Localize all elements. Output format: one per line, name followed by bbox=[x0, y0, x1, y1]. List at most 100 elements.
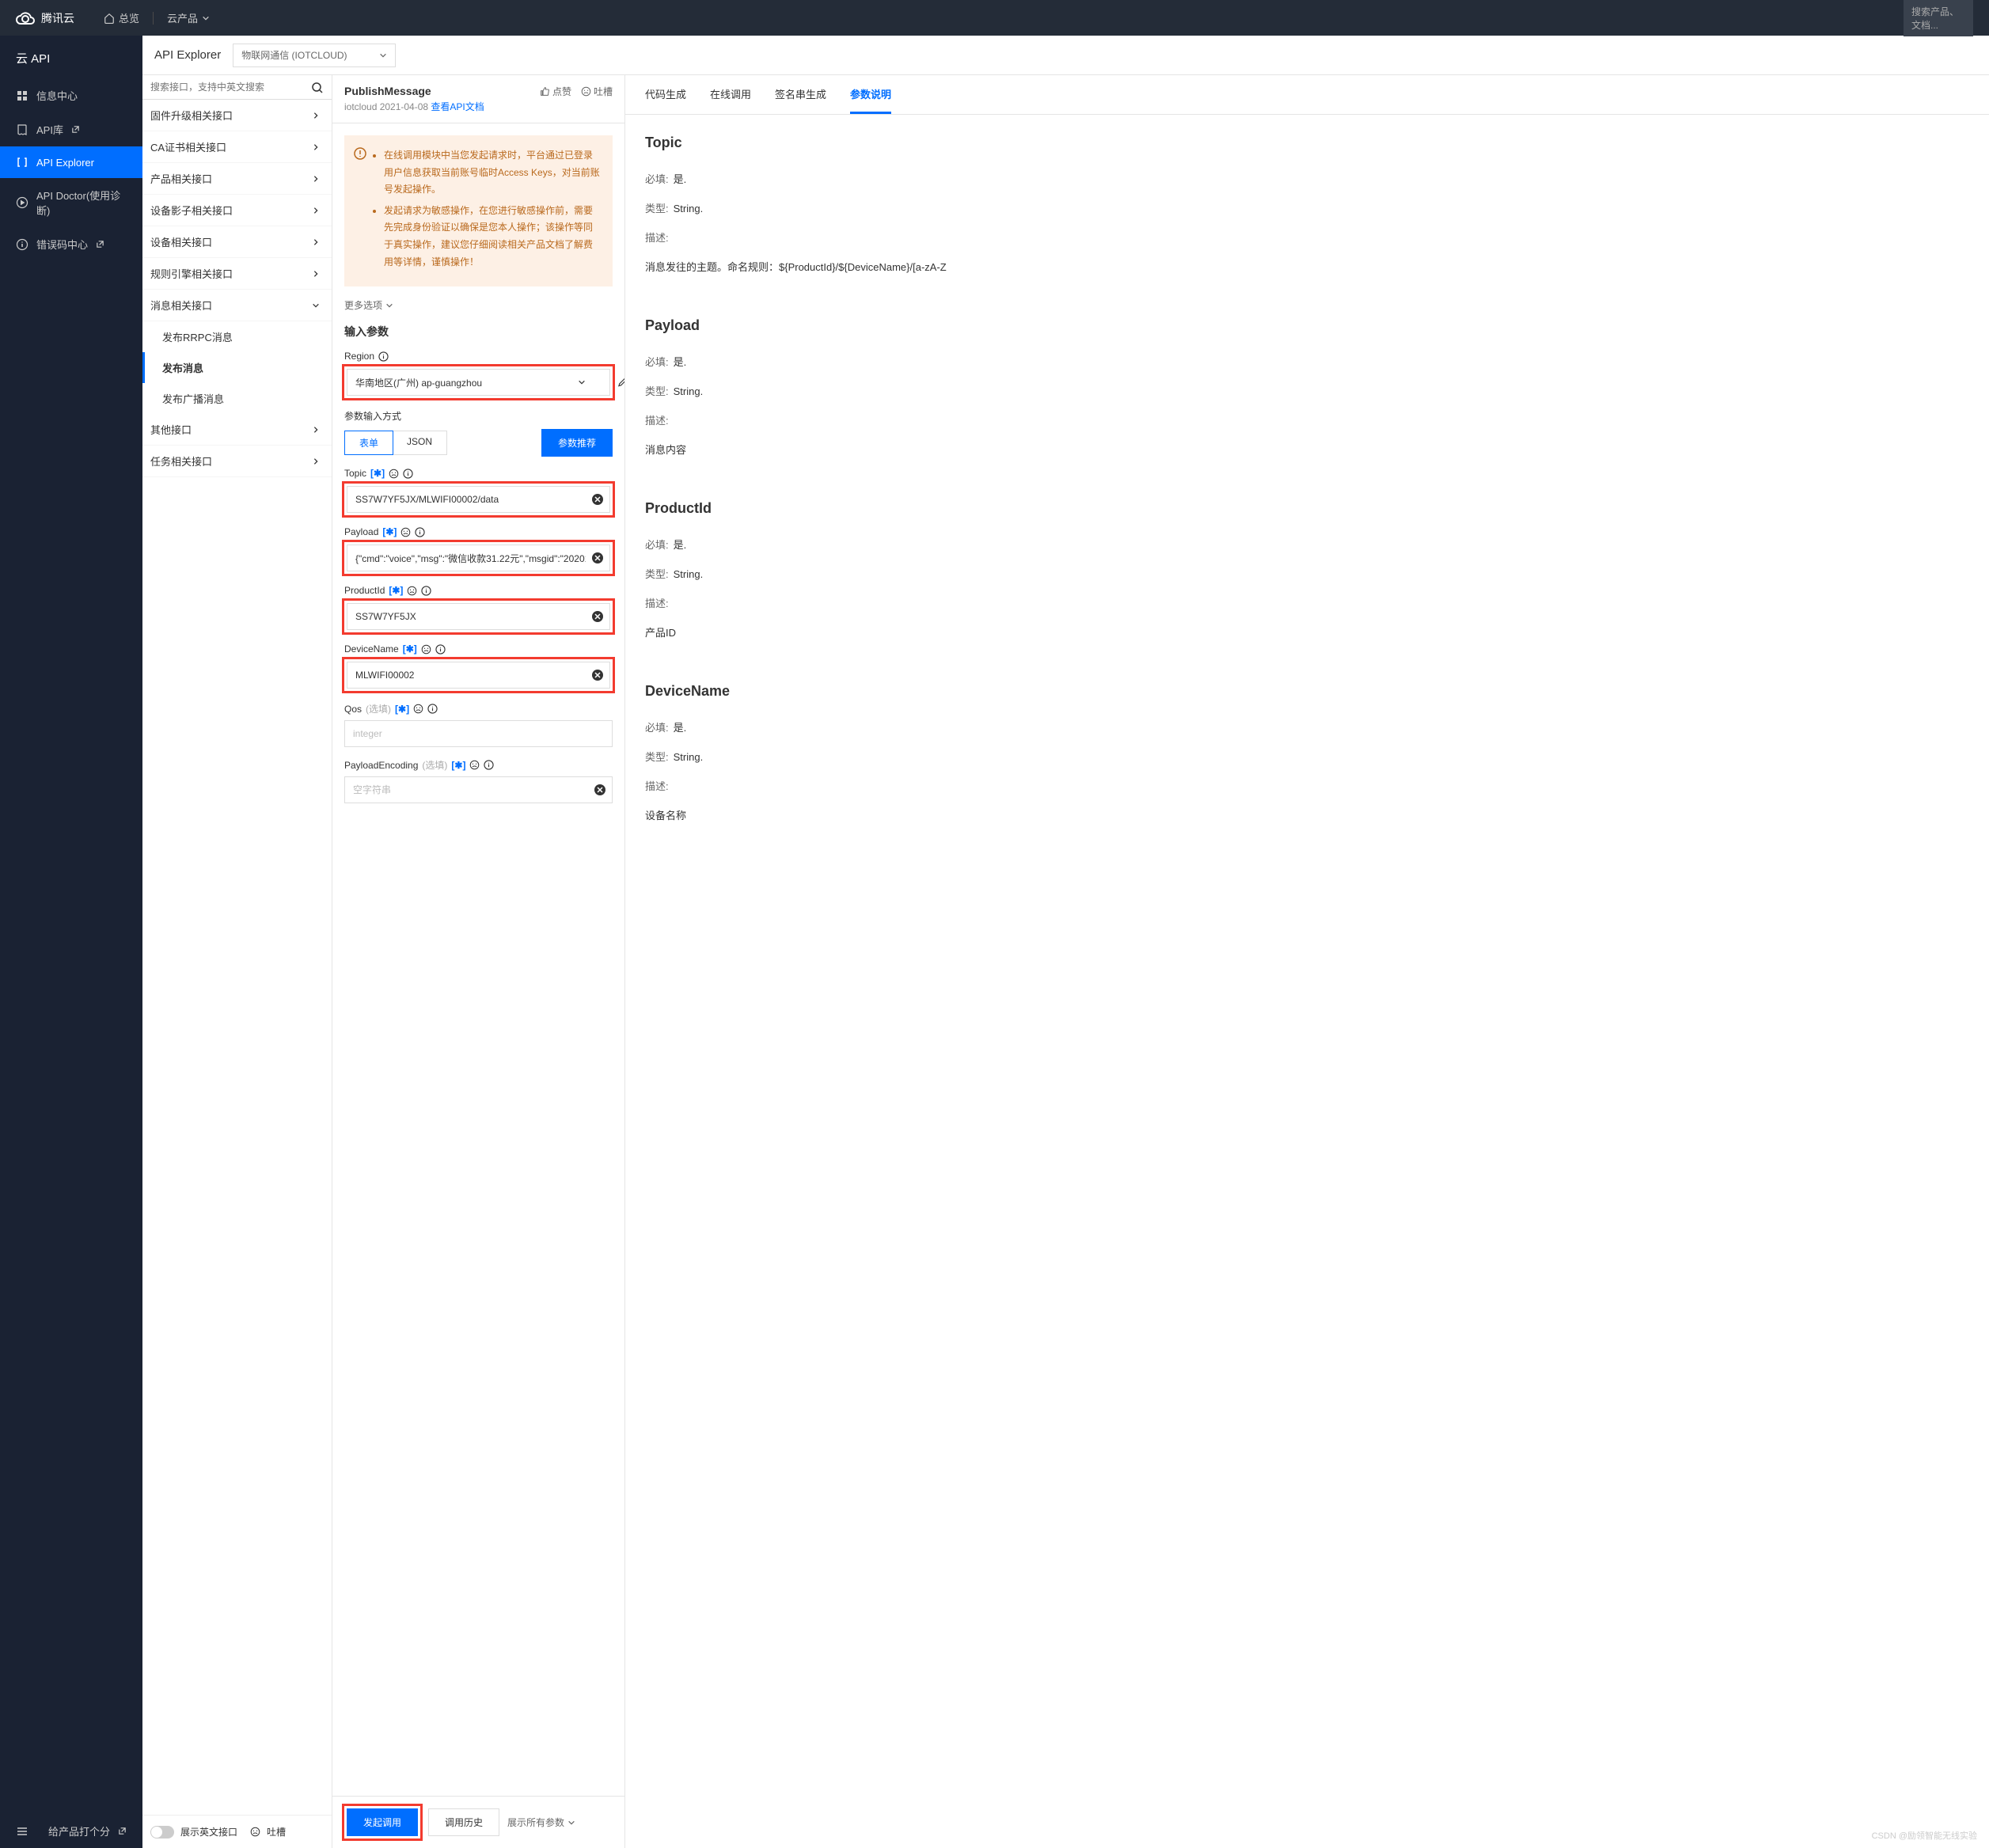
product-select[interactable]: 物联网通信 (IOTCLOUD) bbox=[233, 44, 395, 67]
global-search[interactable]: 搜索产品、文档... bbox=[1904, 0, 1973, 36]
param-recommend-button[interactable]: 参数推荐 bbox=[541, 429, 613, 457]
info-icon[interactable] bbox=[415, 527, 425, 537]
chevron-down-icon bbox=[312, 302, 320, 309]
chevron-down-icon bbox=[578, 378, 586, 386]
api-group[interactable]: 产品相关接口 bbox=[142, 163, 332, 195]
chevron-right-icon bbox=[312, 457, 320, 465]
cloud-logo-icon bbox=[16, 9, 35, 28]
nav-cloud-products[interactable]: 云产品 bbox=[167, 10, 210, 25]
payloadencoding-label: PayloadEncoding (选填) [✱] bbox=[344, 758, 613, 772]
form-footer: 发起调用 调用历史 展示所有参数 bbox=[332, 1796, 624, 1848]
more-options[interactable]: 更多选项 bbox=[344, 298, 613, 312]
sidebar-item-error-codes[interactable]: 错误码中心 bbox=[0, 227, 142, 261]
api-group[interactable]: CA证书相关接口 bbox=[142, 131, 332, 163]
doc-tab[interactable]: 参数说明 bbox=[850, 75, 891, 114]
external-link-icon bbox=[71, 125, 80, 134]
brand-logo[interactable]: 腾讯云 bbox=[16, 9, 74, 28]
api-leaf[interactable]: 发布RRPC消息 bbox=[142, 321, 332, 352]
info-icon[interactable] bbox=[403, 469, 413, 479]
info-icon[interactable] bbox=[484, 760, 494, 770]
tab-form[interactable]: 表单 bbox=[344, 431, 393, 455]
info-icon[interactable] bbox=[421, 586, 431, 596]
info-icon[interactable] bbox=[378, 351, 389, 362]
clear-icon[interactable] bbox=[591, 552, 604, 564]
api-leaf[interactable]: 发布消息 bbox=[142, 352, 332, 383]
sad-face-icon[interactable] bbox=[250, 1827, 260, 1837]
english-toggle[interactable] bbox=[150, 1826, 174, 1839]
param-type: 类型:String. bbox=[645, 200, 1969, 215]
sidebar-title: 云 API bbox=[0, 36, 142, 78]
doc-tab[interactable]: 在线调用 bbox=[710, 75, 751, 114]
history-button[interactable]: 调用历史 bbox=[428, 1808, 499, 1836]
chevron-right-icon bbox=[312, 207, 320, 214]
sad-face-icon bbox=[581, 86, 591, 97]
sidebar-item-api-library[interactable]: API库 bbox=[0, 112, 142, 146]
required-mark: [✱] bbox=[389, 585, 403, 596]
tab-json[interactable]: JSON bbox=[393, 431, 446, 454]
chevron-right-icon bbox=[312, 175, 320, 183]
view-api-doc-link[interactable]: 查看API文档 bbox=[431, 101, 484, 112]
api-leaf[interactable]: 发布广播消息 bbox=[142, 383, 332, 414]
sad-face-icon[interactable] bbox=[413, 704, 423, 714]
brand-text: 腾讯云 bbox=[41, 10, 74, 26]
clear-icon[interactable] bbox=[591, 493, 604, 506]
show-all-params[interactable]: 展示所有参数 bbox=[507, 1816, 575, 1829]
api-group[interactable]: 固件升级相关接口 bbox=[142, 100, 332, 131]
api-group[interactable]: 规则引擎相关接口 bbox=[142, 258, 332, 290]
sad-face-icon[interactable] bbox=[400, 527, 411, 537]
rate-strip[interactable]: 给产品打个分 bbox=[0, 1814, 142, 1848]
sidebar-item-api-doctor[interactable]: API Doctor(使用诊断) bbox=[0, 178, 142, 227]
sidebar-item-info-center[interactable]: 信息中心 bbox=[0, 78, 142, 112]
payload-input[interactable] bbox=[347, 545, 610, 571]
param-required: 必填:是. bbox=[645, 537, 1969, 552]
edit-icon[interactable] bbox=[617, 378, 624, 388]
sad-face-icon[interactable] bbox=[389, 469, 399, 479]
qos-input[interactable] bbox=[344, 720, 613, 747]
menu-collapse-icon[interactable] bbox=[16, 1825, 28, 1838]
doc-tabs: 代码生成在线调用签名串生成参数说明 bbox=[625, 75, 1989, 115]
devicename-input[interactable] bbox=[347, 662, 610, 689]
info-icon[interactable] bbox=[435, 644, 446, 655]
productid-input[interactable] bbox=[347, 603, 610, 630]
info-icon[interactable] bbox=[427, 704, 438, 714]
warning-line: 发起请求为敏感操作，在您进行敏感操作前，需要先完成身份验证以确保是您本人操作；该… bbox=[384, 203, 601, 271]
explorer-header: API Explorer 物联网通信 (IOTCLOUD) bbox=[142, 36, 1989, 75]
param-desc-label: 描述: bbox=[645, 778, 1969, 793]
english-toggle-label: 展示英文接口 bbox=[180, 1825, 237, 1839]
api-group[interactable]: 设备相关接口 bbox=[142, 226, 332, 258]
api-search-input[interactable] bbox=[142, 75, 332, 100]
like-button[interactable]: 点赞 bbox=[540, 85, 571, 98]
clear-icon[interactable] bbox=[591, 669, 604, 681]
form-header: PublishMessage iotcloud 2021-04-08 查看API… bbox=[332, 75, 624, 123]
sad-face-icon[interactable] bbox=[469, 760, 480, 770]
search-icon[interactable] bbox=[311, 82, 324, 94]
param-desc-label: 描述: bbox=[645, 230, 1969, 245]
api-group[interactable]: 任务相关接口 bbox=[142, 446, 332, 477]
doc-tab[interactable]: 代码生成 bbox=[645, 75, 686, 114]
dislike-button[interactable]: 吐槽 bbox=[581, 85, 613, 98]
region-select[interactable]: 华南地区(广州) ap-guangzhou bbox=[347, 369, 610, 396]
clear-icon[interactable] bbox=[591, 610, 604, 623]
doc-tab[interactable]: 签名串生成 bbox=[775, 75, 826, 114]
api-group[interactable]: 设备影子相关接口 bbox=[142, 195, 332, 226]
api-group[interactable]: 其他接口 bbox=[142, 414, 332, 446]
book-icon bbox=[16, 123, 28, 136]
payloadencoding-input[interactable] bbox=[344, 776, 613, 803]
home-icon bbox=[104, 13, 115, 24]
sidebar-item-api-explorer[interactable]: API Explorer bbox=[0, 146, 142, 178]
clear-icon[interactable] bbox=[594, 784, 606, 796]
nav-overview[interactable]: 总览 bbox=[104, 10, 139, 25]
topic-input[interactable] bbox=[347, 486, 610, 513]
param-type: 类型:String. bbox=[645, 749, 1969, 764]
chevron-down-icon bbox=[567, 1819, 575, 1827]
param-desc: 产品ID bbox=[645, 624, 1969, 639]
info-circle-icon bbox=[16, 238, 28, 251]
param-required: 必填:是. bbox=[645, 171, 1969, 186]
api-group[interactable]: 消息相关接口 bbox=[142, 290, 332, 321]
invoke-button[interactable]: 发起调用 bbox=[347, 1808, 418, 1836]
primary-sidebar: 云 API 信息中心 API库 API Explorer API Doctor(… bbox=[0, 36, 142, 1848]
sad-face-icon[interactable] bbox=[407, 586, 417, 596]
complain-label[interactable]: 吐槽 bbox=[267, 1825, 286, 1839]
external-link-icon bbox=[118, 1827, 127, 1835]
sad-face-icon[interactable] bbox=[421, 644, 431, 655]
